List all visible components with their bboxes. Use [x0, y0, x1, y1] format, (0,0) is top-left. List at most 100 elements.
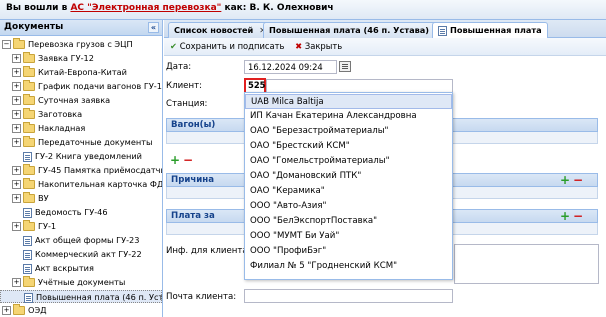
- dropdown-option[interactable]: ИП Качан Екатерина Александровна: [245, 109, 452, 124]
- tree-item[interactable]: + Суточная заявка: [12, 94, 110, 107]
- collapse-panel-button[interactable]: «: [148, 22, 159, 33]
- expand-toggle-icon[interactable]: +: [12, 194, 21, 203]
- remove-icon[interactable]: −: [573, 210, 583, 222]
- client-email-label: Почта клиента:: [166, 292, 237, 302]
- tree-item-selected[interactable]: Повышенная плата (46 п. Устава): [0, 290, 162, 303]
- tab-increased-fee[interactable]: Повышенная плата: [432, 22, 548, 39]
- close-button[interactable]: ✖ Закрыть: [295, 41, 342, 51]
- expand-toggle-icon[interactable]: +: [12, 180, 21, 189]
- expand-toggle-icon[interactable]: +: [12, 82, 21, 91]
- folder-icon: [23, 136, 35, 147]
- tree-item[interactable]: + ГУ-1: [12, 220, 56, 233]
- dropdown-option[interactable]: ООО "БелЭкспортПоставка": [245, 214, 452, 229]
- folder-icon: [23, 80, 35, 91]
- expand-toggle-icon[interactable]: +: [12, 68, 21, 77]
- calendar-icon[interactable]: [339, 61, 351, 72]
- add-icon[interactable]: +: [170, 154, 180, 166]
- folder-icon: [23, 192, 35, 203]
- form-toolbar: ✔ Сохранить и подписать ✖ Закрыть: [164, 38, 606, 56]
- close-icon: ✖: [295, 41, 303, 51]
- remove-icon[interactable]: −: [183, 154, 193, 166]
- expand-toggle-icon[interactable]: +: [12, 124, 21, 133]
- document-icon: [23, 235, 32, 246]
- folder-icon: [23, 164, 35, 175]
- tree-item[interactable]: +Накопительная карточка ФДУ-92: [12, 178, 162, 191]
- station-label: Станция:: [166, 99, 208, 109]
- system-name-link[interactable]: АС "Электронная перевозка": [70, 3, 221, 13]
- tree-item[interactable]: + ВУ: [12, 192, 49, 205]
- dropdown-option[interactable]: ООО "Авто-Азия": [245, 199, 452, 214]
- tree-item[interactable]: + График подачи вагонов ГУ-11: [12, 80, 162, 93]
- folder-icon: [13, 38, 25, 49]
- tree-item[interactable]: Акт общей формы ГУ-23: [23, 234, 139, 247]
- client-input-field[interactable]: [266, 79, 453, 93]
- dropdown-option[interactable]: ОАО "Березастройматериалы": [245, 124, 452, 139]
- dropdown-option[interactable]: Филиал № 5 "Гродненский КСМ": [245, 259, 452, 274]
- tab-news-list[interactable]: Список новостей✕: [168, 22, 272, 38]
- date-input[interactable]: 16.12.2024 09:24: [244, 60, 337, 74]
- folder-icon: [23, 178, 35, 189]
- tree-item[interactable]: + Учётные документы: [12, 276, 125, 289]
- dropdown-option[interactable]: UAB Milca Baltija: [245, 94, 452, 109]
- user-info: как: В. К. Олехнович: [224, 3, 334, 13]
- folder-icon: [23, 220, 35, 231]
- tab-increased-fee-list[interactable]: Повышенная плата (46 п. Устава)✕: [263, 22, 448, 38]
- add-icon[interactable]: +: [560, 174, 570, 186]
- login-prefix: Вы вошли в: [6, 3, 68, 13]
- expand-toggle-icon[interactable]: +: [12, 96, 21, 105]
- tree-item[interactable]: Коммерческий акт ГУ-22: [23, 248, 142, 261]
- client-dropdown-list: UAB Milca Baltija ИП Качан Екатерина Але…: [244, 92, 453, 280]
- expand-toggle-icon[interactable]: +: [12, 278, 21, 287]
- tree-item[interactable]: + Китай-Европа-Китай: [12, 66, 127, 79]
- document-icon: [23, 249, 32, 260]
- tree-item[interactable]: + Заготовка: [12, 108, 82, 121]
- folder-icon: [23, 122, 35, 133]
- expand-toggle-icon[interactable]: +: [12, 54, 21, 63]
- collapse-toggle-icon[interactable]: −: [2, 40, 11, 49]
- dropdown-option[interactable]: ОАО "Гомельстройматериалы": [245, 154, 452, 169]
- tree-item[interactable]: + ГУ-45 Памятка приёмосдатчика: [12, 164, 162, 177]
- date-label: Дата:: [166, 62, 192, 72]
- dropdown-option[interactable]: ОАО "Керамика": [245, 184, 452, 199]
- expand-toggle-icon[interactable]: +: [12, 222, 21, 231]
- tree-item[interactable]: + ОЭД: [2, 304, 47, 317]
- top-bar: Вы вошли в АС "Электронная перевозка" ка…: [0, 0, 606, 20]
- dropdown-option[interactable]: ОАО "Домановский ПТК": [245, 169, 452, 184]
- tree-item[interactable]: + Накладная: [12, 122, 85, 135]
- tree-item[interactable]: Акт вскрытия: [23, 262, 94, 275]
- tree-item[interactable]: ГУ-2 Книга уведомлений: [23, 150, 142, 163]
- client-label: Клиент:: [166, 81, 202, 91]
- dropdown-option[interactable]: ООО "МУМТ Би Уай": [245, 229, 452, 244]
- folder-icon: [23, 276, 35, 287]
- dropdown-option[interactable]: ОАО "Брестский КСМ": [245, 139, 452, 154]
- expand-toggle-icon[interactable]: +: [12, 138, 21, 147]
- folder-icon: [23, 52, 35, 63]
- expand-toggle-icon[interactable]: +: [12, 110, 21, 119]
- tree-item[interactable]: + Передаточные документы: [12, 136, 152, 149]
- tree-item-root[interactable]: − Перевозка грузов с ЭЦП: [2, 38, 133, 51]
- expand-toggle-icon[interactable]: +: [2, 306, 11, 315]
- tab-strip: Список новостей✕ Повышенная плата (46 п.…: [164, 20, 606, 39]
- folder-icon: [23, 66, 35, 77]
- documents-panel-header: Документы «: [0, 20, 162, 36]
- dropdown-option[interactable]: ООО "ПрофиБэг": [245, 244, 452, 259]
- documents-title: Документы: [4, 22, 64, 32]
- remove-icon[interactable]: −: [573, 174, 583, 186]
- document-icon: [24, 292, 33, 303]
- client-info-textarea[interactable]: [454, 244, 599, 284]
- document-icon: [23, 263, 32, 274]
- document-icon: [438, 25, 447, 36]
- documents-panel: Документы « − Перевозка грузов с ЭЦП + Зая…: [0, 20, 163, 317]
- tree-item[interactable]: Ведомость ГУ-46: [23, 206, 108, 219]
- folder-icon: [23, 108, 35, 119]
- check-icon: ✔: [170, 41, 178, 51]
- tree-item[interactable]: + Заявка ГУ-12: [12, 52, 94, 65]
- expand-toggle-icon[interactable]: +: [12, 166, 21, 175]
- folder-icon: [23, 94, 35, 105]
- client-info-label: Инф. для клиента:: [166, 246, 251, 256]
- folder-icon: [13, 304, 25, 315]
- client-email-input[interactable]: [244, 289, 453, 303]
- add-icon[interactable]: +: [560, 210, 570, 222]
- document-icon: [23, 207, 32, 218]
- save-sign-button[interactable]: ✔ Сохранить и подписать: [170, 41, 284, 51]
